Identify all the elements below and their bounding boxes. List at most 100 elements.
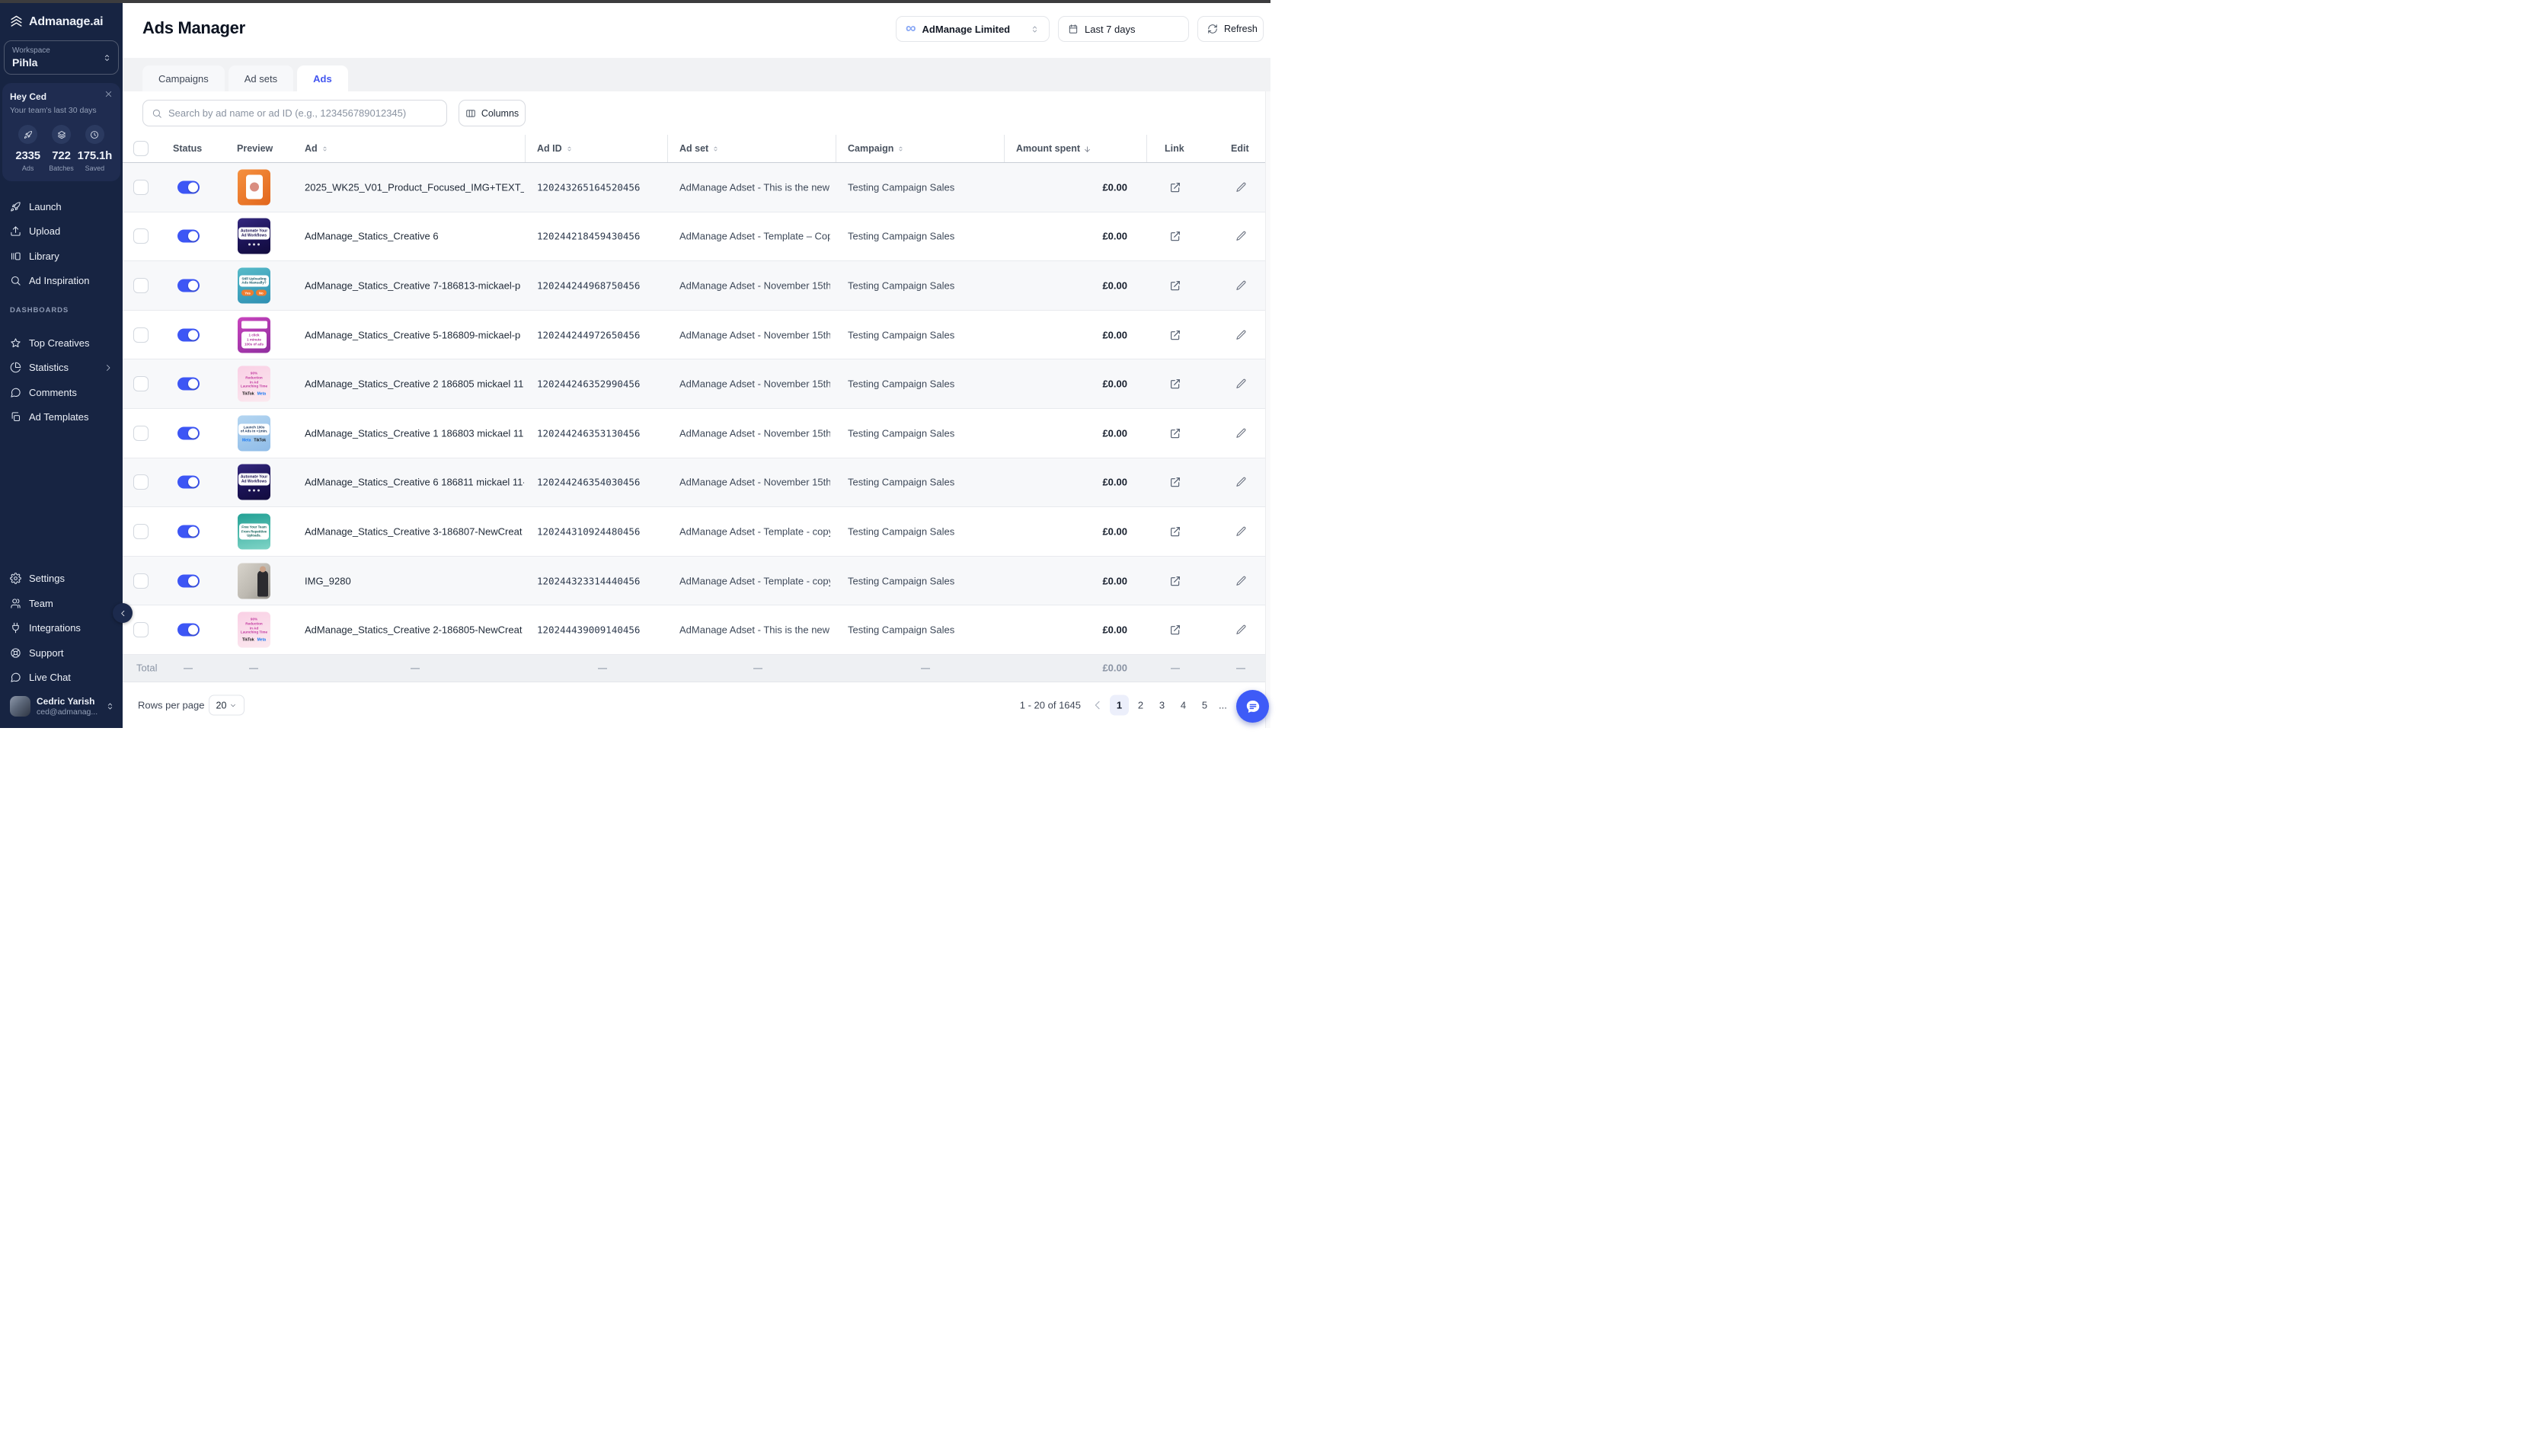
ad-preview-thumbnail[interactable]: Launch 100sof Ads in <1min.MetaTikTok [238, 415, 270, 451]
open-link-icon[interactable] [1169, 476, 1181, 488]
status-toggle[interactable] [177, 279, 200, 292]
open-link-icon[interactable] [1169, 427, 1181, 439]
edit-icon[interactable] [1235, 279, 1247, 291]
ad-preview-thumbnail[interactable]: Free Your TeamFrom RepetitiveUploads. [238, 513, 270, 549]
col-header-ad-set[interactable]: Ad set [679, 135, 720, 163]
sidebar-item-comments[interactable]: Comments [0, 380, 123, 405]
user-email: ced@admanag... [37, 707, 97, 717]
columns-button[interactable]: Columns [459, 100, 526, 126]
edit-icon[interactable] [1235, 575, 1247, 586]
rows-per-page-select[interactable]: 20 [209, 695, 245, 716]
edit-icon[interactable] [1235, 525, 1247, 537]
sidebar-item-settings[interactable]: Settings [0, 567, 123, 592]
row-checkbox[interactable] [133, 327, 149, 343]
edit-icon[interactable] [1235, 427, 1247, 439]
sidebar-item-upload[interactable]: Upload [0, 219, 123, 244]
open-link-icon[interactable] [1169, 624, 1181, 636]
page-button-3[interactable]: 3 [1152, 695, 1171, 716]
ad-preview-thumbnail[interactable] [238, 169, 270, 205]
search-input[interactable] [168, 107, 438, 119]
sidebar-item-support[interactable]: Support [0, 640, 123, 666]
sidebar-item-launch[interactable]: Launch [0, 194, 123, 219]
open-link-icon[interactable] [1169, 329, 1181, 341]
col-header-ad[interactable]: Ad [305, 135, 329, 163]
open-link-icon[interactable] [1169, 230, 1181, 242]
row-checkbox[interactable] [133, 474, 149, 490]
edit-icon[interactable] [1235, 181, 1247, 193]
status-toggle[interactable] [177, 476, 200, 489]
tab-ad-sets[interactable]: Ad sets [229, 65, 293, 91]
row-checkbox[interactable] [133, 278, 149, 293]
row-checkbox[interactable] [133, 524, 149, 539]
sidebar-item-top-creatives[interactable]: Top Creatives [0, 330, 123, 356]
col-header-ad-id[interactable]: Ad ID [537, 135, 574, 163]
row-checkbox[interactable] [133, 573, 149, 589]
edit-icon[interactable] [1235, 477, 1247, 488]
row-checkbox[interactable] [133, 180, 149, 195]
ad-preview-thumbnail[interactable]: Automate YourAd Workflows [238, 465, 270, 500]
workspace-selector[interactable]: Workspace Pihla [4, 40, 119, 75]
page-button-2[interactable]: 2 [1131, 695, 1150, 716]
table-row: Free Your TeamFrom RepetitiveUploads.AdM… [123, 507, 1265, 557]
edit-icon[interactable] [1235, 329, 1247, 340]
page-button-4[interactable]: 4 [1174, 695, 1193, 716]
table-row: Automate YourAd WorkflowsAdManage_Static… [123, 458, 1265, 508]
col-header-amount-spent[interactable]: Amount spent [1016, 135, 1092, 163]
edit-icon[interactable] [1235, 378, 1247, 390]
thumbnail-logos: TikTokMeta [242, 392, 266, 397]
sort-icon [897, 144, 905, 154]
ad-account-value: AdManage Limited [922, 24, 1011, 35]
sidebar-item-team[interactable]: Team [0, 591, 123, 616]
status-toggle[interactable] [177, 180, 200, 193]
open-link-icon[interactable] [1169, 525, 1181, 538]
status-toggle[interactable] [177, 574, 200, 587]
calendar-icon [1068, 24, 1079, 34]
ad-preview-thumbnail[interactable]: 1 click1 minute100s of ads [238, 317, 270, 353]
refresh-button[interactable]: Refresh [1197, 16, 1264, 42]
page-button-1[interactable]: 1 [1110, 695, 1129, 716]
sidebar-item-library[interactable]: Library [0, 244, 123, 269]
open-link-icon[interactable] [1169, 279, 1181, 292]
close-icon[interactable] [104, 90, 113, 98]
row-checkbox[interactable] [133, 622, 149, 637]
sidebar-item-integrations[interactable]: Integrations [0, 616, 123, 641]
select-all-checkbox[interactable] [133, 141, 149, 156]
open-link-icon[interactable] [1169, 181, 1181, 193]
sidebar-item-statistics[interactable]: Statistics [0, 356, 123, 381]
open-link-icon[interactable] [1169, 378, 1181, 390]
sidebar-collapse-button[interactable] [113, 603, 133, 623]
scrollbar[interactable] [1265, 91, 1270, 728]
chevron-updown-icon [1030, 24, 1040, 34]
user-menu[interactable]: Cedric Yarish ced@admanag... [0, 690, 123, 728]
row-checkbox[interactable] [133, 228, 149, 244]
brand-logo[interactable]: Admanage.ai [9, 14, 113, 29]
ad-preview-thumbnail[interactable]: Still UploadingAds Manually?YesNo [238, 267, 270, 303]
tab-campaigns[interactable]: Campaigns [142, 65, 225, 91]
person-figure-graphic [257, 570, 268, 596]
ad-preview-thumbnail[interactable]: Automate YourAd Workflows [238, 219, 270, 254]
row-checkbox[interactable] [133, 426, 149, 441]
row-checkbox[interactable] [133, 376, 149, 391]
status-toggle[interactable] [177, 624, 200, 637]
status-toggle[interactable] [177, 525, 200, 538]
sidebar-item-ad-templates[interactable]: Ad Templates [0, 405, 123, 430]
previous-page-button[interactable] [1092, 699, 1104, 711]
status-toggle[interactable] [177, 378, 200, 391]
sidebar-item-live-chat[interactable]: Live Chat [0, 666, 123, 691]
status-toggle[interactable] [177, 328, 200, 341]
ad-preview-thumbnail[interactable] [238, 563, 270, 599]
ad-account-selector[interactable]: ∞ AdManage Limited [896, 16, 1050, 42]
date-range-picker[interactable]: Last 7 days [1058, 16, 1189, 42]
edit-icon[interactable] [1235, 624, 1247, 636]
page-button-5[interactable]: 5 [1195, 695, 1214, 716]
open-link-icon[interactable] [1169, 575, 1181, 587]
status-toggle[interactable] [177, 426, 200, 439]
live-chat-fab[interactable] [1236, 690, 1269, 723]
status-toggle[interactable] [177, 230, 200, 243]
sidebar-item-ad-inspiration[interactable]: Ad Inspiration [0, 269, 123, 294]
edit-icon[interactable] [1235, 231, 1247, 242]
col-header-campaign[interactable]: Campaign [848, 135, 905, 163]
ad-preview-thumbnail[interactable]: 90%Reductionin AdLaunching TimeTikTokMet… [238, 612, 270, 648]
tab-ads[interactable]: Ads [297, 65, 348, 91]
ad-preview-thumbnail[interactable]: 90%Reductionin AdLaunching TimeTikTokMet… [238, 366, 270, 402]
